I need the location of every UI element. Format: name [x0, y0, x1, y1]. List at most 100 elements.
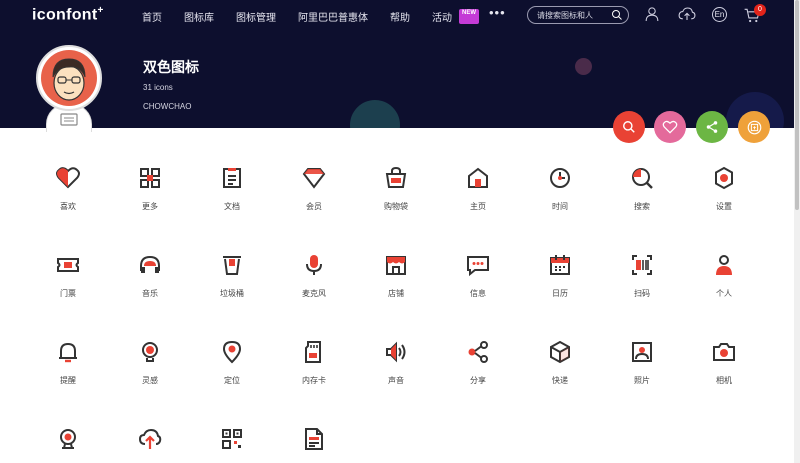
- download-button[interactable]: [738, 111, 770, 143]
- icon-card[interactable]: [110, 411, 190, 463]
- icon-card[interactable]: 定位: [192, 324, 272, 394]
- calendar-icon: [550, 255, 570, 275]
- icon-card[interactable]: [192, 411, 272, 463]
- project-search-button[interactable]: [613, 111, 645, 143]
- icon-card[interactable]: 扫码: [602, 237, 682, 307]
- logo[interactable]: iconfont+: [32, 5, 104, 24]
- nav-activity[interactable]: 活动: [432, 9, 452, 24]
- project-title: 双色图标: [143, 59, 199, 75]
- icon-card[interactable]: 灵感: [110, 324, 190, 394]
- icon-card[interactable]: 提醒: [28, 324, 108, 394]
- icon-label: 信息: [470, 289, 486, 298]
- file-icon: [305, 428, 323, 450]
- icon-card[interactable]: 购物袋: [356, 150, 436, 220]
- icon-card[interactable]: 信息: [438, 237, 518, 307]
- icon-card[interactable]: 照片: [602, 324, 682, 394]
- top-nav: iconfont+ 首页 图标库 图标管理 阿里巴巴普惠体 帮助 活动 NEW …: [0, 0, 800, 32]
- icon-card[interactable]: 时间: [520, 150, 600, 220]
- share-button[interactable]: [696, 111, 728, 143]
- search-icon: [623, 121, 635, 133]
- icon-card[interactable]: 搜索: [602, 150, 682, 220]
- icon-label: 定位: [224, 376, 240, 385]
- nav-icon-library[interactable]: 图标库: [184, 9, 214, 24]
- icon-card[interactable]: 喜欢: [28, 150, 108, 220]
- cart-count-badge: 0: [754, 4, 766, 16]
- document-icon: [223, 168, 241, 188]
- cloud-upload-icon: [138, 428, 162, 449]
- icon-label: 设置: [716, 202, 732, 211]
- icon-label: 垃圾桶: [220, 289, 244, 298]
- search-icon[interactable]: [611, 9, 623, 21]
- icon-label: 快递: [552, 376, 568, 385]
- icon-card[interactable]: 会员: [274, 150, 354, 220]
- project-author[interactable]: CHOWCHAO: [143, 102, 191, 111]
- memory-card-icon: [305, 341, 321, 363]
- upload-icon[interactable]: [678, 6, 696, 22]
- trash-icon: [223, 256, 241, 275]
- icon-label: 更多: [142, 202, 158, 211]
- share-icon: [706, 121, 718, 133]
- icon-card[interactable]: 主页: [438, 150, 518, 220]
- icon-card[interactable]: 门票: [28, 237, 108, 307]
- favorite-button[interactable]: [654, 111, 686, 143]
- icon-card[interactable]: 设置: [684, 150, 764, 220]
- heart-outline-icon: [662, 120, 678, 134]
- icon-card[interactable]: 个人: [684, 237, 764, 307]
- icon-card[interactable]: 声音: [356, 324, 436, 394]
- nav-icon-management[interactable]: 图标管理: [236, 9, 276, 24]
- icon-card[interactable]: [28, 411, 108, 463]
- project-banner: iconfont+ 首页 图标库 图标管理 阿里巴巴普惠体 帮助 活动 NEW …: [0, 0, 800, 128]
- icon-label: 声音: [388, 376, 404, 385]
- icon-label: 分享: [470, 376, 486, 385]
- icon-card[interactable]: 快递: [520, 324, 600, 394]
- icon-card[interactable]: 垃圾桶: [192, 237, 272, 307]
- scrollbar-thumb[interactable]: [795, 0, 799, 210]
- search-box: [527, 6, 629, 24]
- microphone-icon: [306, 255, 322, 275]
- nav-home[interactable]: 首页: [142, 9, 162, 24]
- language-switch[interactable]: En: [712, 7, 727, 22]
- avatar[interactable]: [36, 45, 102, 111]
- shop-icon: [386, 256, 406, 275]
- icon-card[interactable]: 店铺: [356, 237, 436, 307]
- icon-label: 相机: [716, 376, 732, 385]
- photo-icon: [632, 342, 652, 362]
- icon-label: 文档: [224, 202, 240, 211]
- icon-card[interactable]: 内存卡: [274, 324, 354, 394]
- icon-label: 扫码: [634, 289, 650, 298]
- clock-icon: [550, 168, 570, 188]
- icon-label: 提醒: [60, 376, 76, 385]
- decor-circle: [350, 100, 400, 128]
- nav-help[interactable]: 帮助: [390, 9, 410, 24]
- diamond-icon: [302, 168, 326, 189]
- icon-label: 搜索: [634, 202, 650, 211]
- icon-card[interactable]: 更多: [110, 150, 190, 220]
- icon-label: 喜欢: [60, 202, 76, 211]
- icon-label: 会员: [306, 202, 322, 211]
- new-badge: NEW: [459, 9, 479, 24]
- scrollbar[interactable]: [794, 0, 800, 463]
- logo-text: iconfont: [32, 6, 98, 24]
- more-menu-button[interactable]: •••: [489, 5, 506, 20]
- user-icon[interactable]: [645, 6, 659, 22]
- icon-label: 个人: [716, 289, 732, 298]
- logo-mark: +: [97, 5, 104, 16]
- icon-label: 店铺: [388, 289, 404, 298]
- icon-card[interactable]: 相机: [684, 324, 764, 394]
- nav-alibaba-font[interactable]: 阿里巴巴普惠体: [298, 9, 368, 24]
- icon-card[interactable]: 日历: [520, 237, 600, 307]
- share-icon: [468, 341, 488, 363]
- icon-card[interactable]: 分享: [438, 324, 518, 394]
- icon-label: 门票: [60, 289, 76, 298]
- search-input[interactable]: [537, 9, 611, 21]
- icon-label: 时间: [552, 202, 568, 211]
- icon-card[interactable]: [274, 411, 354, 463]
- icon-card[interactable]: 文档: [192, 150, 272, 220]
- icon-card[interactable]: 麦克风: [274, 237, 354, 307]
- package-icon: [550, 340, 570, 364]
- scan-icon: [632, 255, 652, 275]
- download-box-icon: [747, 120, 761, 134]
- lightbulb-icon: [142, 342, 158, 362]
- ticket-icon: [57, 258, 79, 272]
- icon-card[interactable]: 音乐: [110, 237, 190, 307]
